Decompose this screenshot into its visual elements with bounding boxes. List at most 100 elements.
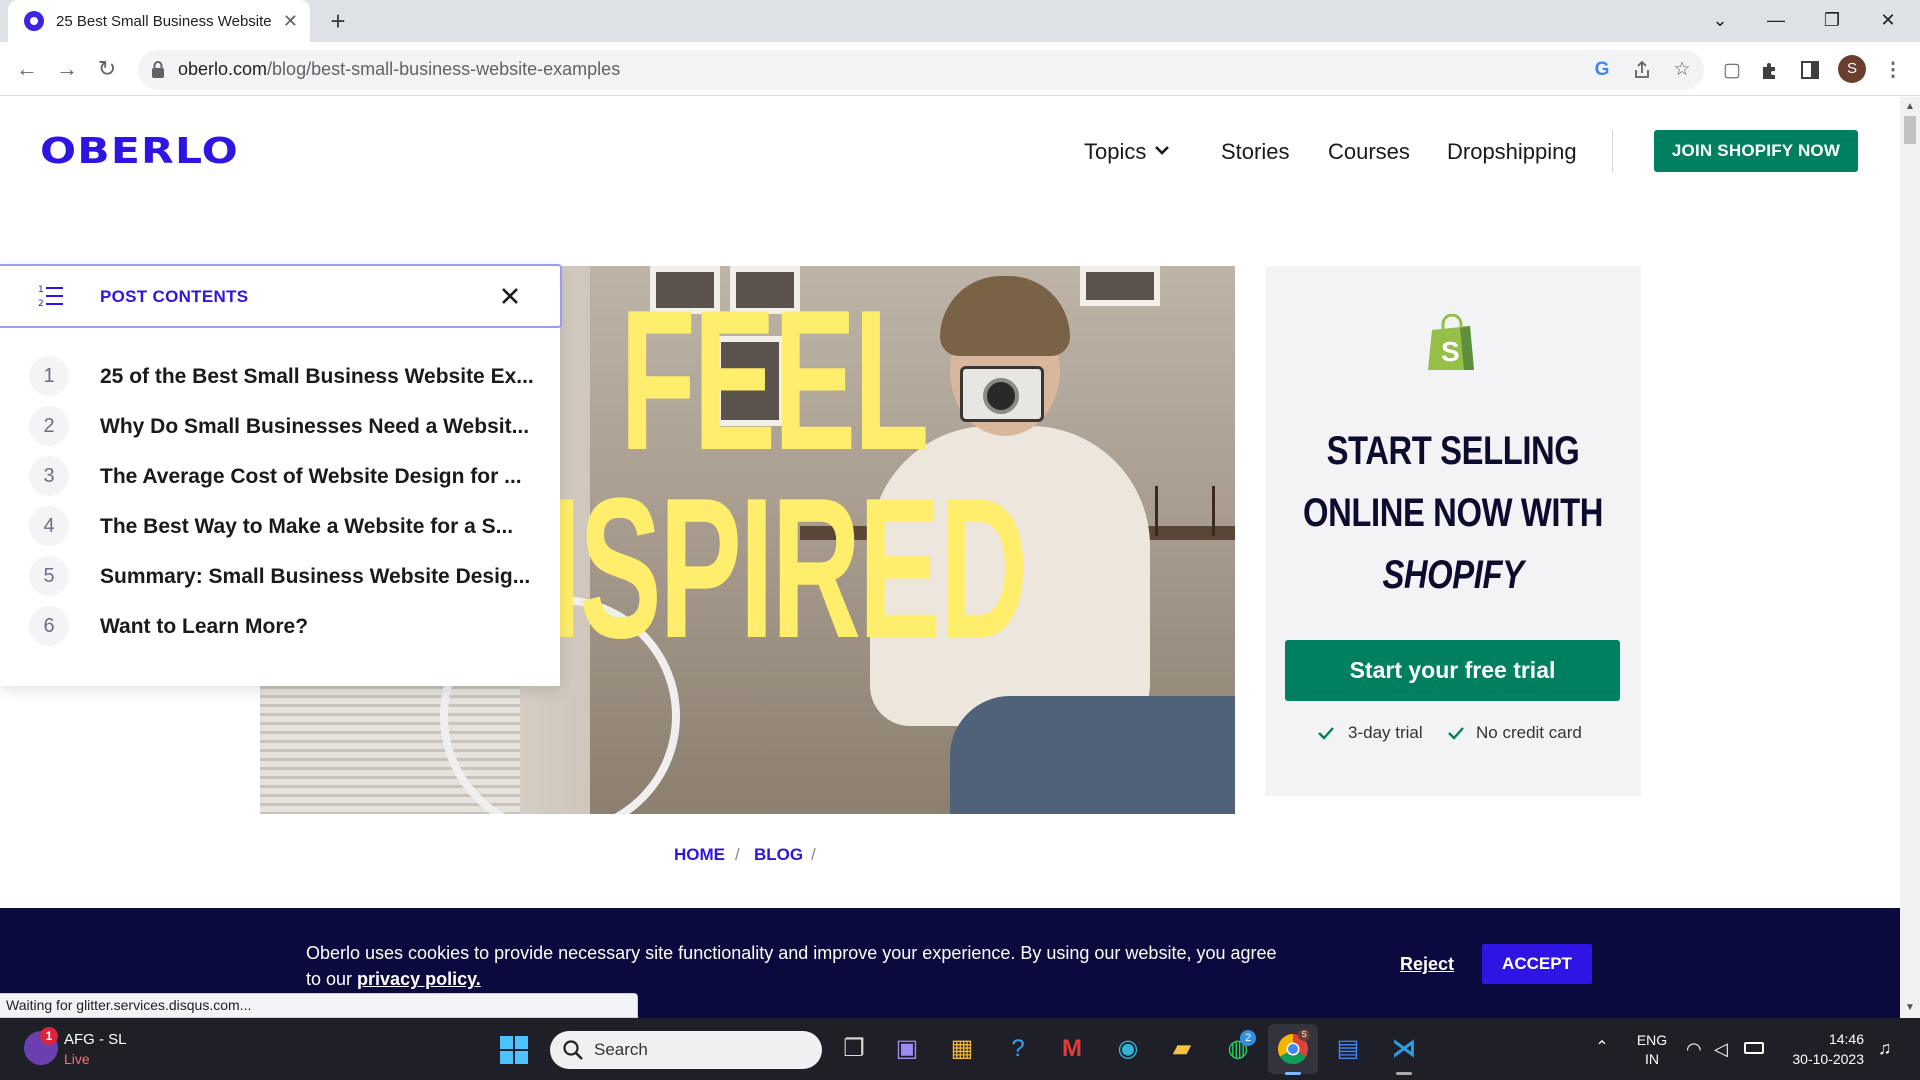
edge-icon[interactable]: ◉ bbox=[1108, 1029, 1148, 1069]
post-contents-header[interactable] bbox=[0, 264, 562, 328]
breadcrumb-blog[interactable]: BLOG bbox=[754, 845, 803, 865]
microsoft-store-icon[interactable]: ▦ bbox=[942, 1029, 982, 1069]
google-lens-icon[interactable]: G bbox=[1590, 58, 1614, 82]
nav-topics[interactable]: Topics bbox=[1084, 139, 1146, 165]
scrollbar-thumb[interactable] bbox=[1904, 116, 1916, 144]
accept-cookies-button[interactable]: ACCEPT bbox=[1482, 944, 1592, 984]
file-explorer-icon[interactable]: ▰ bbox=[1162, 1029, 1202, 1069]
privacy-policy-link[interactable]: privacy policy. bbox=[357, 969, 481, 989]
task-view-icon[interactable]: ❐ bbox=[834, 1029, 874, 1069]
toc-item[interactable]: 25 of the Best Small Business Website Ex… bbox=[100, 365, 534, 389]
url-text[interactable]: oberlo.com/blog/best-small-business-webs… bbox=[178, 59, 620, 80]
join-shopify-button[interactable]: JOIN SHOPIFY NOW bbox=[1654, 130, 1858, 172]
browser-status-bar: Waiting for glitter.services.disqus.com.… bbox=[0, 993, 638, 1018]
heading-line: ONLINE NOW WITH bbox=[1303, 491, 1603, 535]
side-panel-icon[interactable] bbox=[1800, 60, 1820, 80]
restore-button[interactable]: ❐ bbox=[1804, 0, 1860, 42]
wall-frame bbox=[1080, 266, 1160, 306]
teams-chat-icon[interactable]: ▣ bbox=[887, 1029, 927, 1069]
close-window-button[interactable]: ✕ bbox=[1860, 0, 1916, 42]
tab-close-icon[interactable]: ✕ bbox=[283, 11, 298, 32]
heading-line: START SELLING bbox=[1326, 429, 1580, 473]
breadcrumb-separator: / bbox=[811, 845, 816, 864]
cookie-message: Oberlo uses cookies to provide necessary… bbox=[306, 940, 1296, 992]
extension-slot-icon[interactable]: ▢ bbox=[1717, 56, 1747, 86]
toc-number: 1 bbox=[29, 356, 69, 396]
browser-tab-active[interactable]: 25 Best Small Business Website I ✕ bbox=[8, 0, 310, 42]
volume-icon[interactable]: ◁ bbox=[1714, 1039, 1728, 1060]
toc-number: 2 bbox=[29, 406, 69, 446]
clock-time[interactable]: 14:46 bbox=[1776, 1031, 1864, 1047]
notification-bell-icon[interactable]: ♫ bbox=[1878, 1038, 1892, 1059]
breadcrumb-home[interactable]: HOME bbox=[674, 845, 725, 865]
breadcrumb-separator: / bbox=[735, 845, 740, 864]
wifi-icon[interactable]: ◠ bbox=[1686, 1039, 1702, 1060]
weather-label[interactable]: AFG - SL bbox=[64, 1031, 127, 1048]
toc-number: 6 bbox=[29, 606, 69, 646]
toc-number: 5 bbox=[29, 556, 69, 596]
oberlo-favicon-icon bbox=[24, 11, 44, 31]
heading-brand: SHOPIFY bbox=[1382, 553, 1524, 597]
nav-stories[interactable]: Stories bbox=[1221, 139, 1289, 165]
share-icon[interactable] bbox=[1630, 58, 1654, 82]
active-app-indicator bbox=[1285, 1072, 1301, 1075]
chevron-up-icon[interactable]: ⌃ bbox=[1590, 1036, 1614, 1060]
toc-number: 3 bbox=[29, 456, 69, 496]
forward-button[interactable]: → bbox=[50, 52, 84, 86]
toc-item[interactable]: The Average Cost of Website Design for .… bbox=[100, 465, 522, 489]
reject-cookies-link[interactable]: Reject bbox=[1400, 954, 1454, 975]
svg-text:2: 2 bbox=[38, 299, 44, 309]
nav-courses[interactable]: Courses bbox=[1328, 139, 1410, 165]
toc-item[interactable]: Summary: Small Business Website Desig... bbox=[100, 565, 530, 589]
shopify-bag-icon: S bbox=[1428, 314, 1474, 370]
vscode-icon[interactable]: ⋊ bbox=[1384, 1029, 1424, 1069]
numbered-list-icon: 1 2 bbox=[38, 285, 63, 309]
language-line2[interactable]: IN bbox=[1632, 1051, 1672, 1067]
mcafee-icon[interactable]: M bbox=[1052, 1029, 1092, 1069]
toc-number: 4 bbox=[29, 506, 69, 546]
scroll-down-arrow-icon[interactable]: ▼ bbox=[1900, 998, 1920, 1018]
clock-date[interactable]: 30-10-2023 bbox=[1776, 1051, 1864, 1067]
battery-icon[interactable] bbox=[1744, 1042, 1764, 1054]
taskbar-search-placeholder[interactable]: Search bbox=[594, 1040, 648, 1060]
new-tab-button[interactable]: + bbox=[322, 6, 354, 38]
post-contents-title: POST CONTENTS bbox=[100, 287, 249, 306]
profile-avatar[interactable]: S bbox=[1838, 55, 1866, 83]
checkmark-icon bbox=[1448, 727, 1464, 740]
lock-icon[interactable] bbox=[150, 60, 166, 80]
svg-text:S: S bbox=[1441, 336, 1460, 367]
scroll-up-arrow-icon[interactable]: ▲ bbox=[1900, 97, 1920, 117]
nav-dropshipping[interactable]: Dropshipping bbox=[1447, 139, 1577, 165]
toc-item[interactable]: Want to Learn More? bbox=[100, 615, 308, 639]
back-button[interactable]: ← bbox=[10, 52, 44, 86]
extensions-puzzle-icon[interactable] bbox=[1758, 59, 1782, 83]
tab-search-button[interactable]: ⌄ bbox=[1692, 0, 1748, 42]
nav-divider bbox=[1612, 130, 1613, 172]
help-icon[interactable]: ? bbox=[998, 1029, 1038, 1069]
toc-item[interactable]: The Best Way to Make a Website for a S..… bbox=[100, 515, 513, 539]
start-free-trial-button[interactable]: Start your free trial bbox=[1285, 640, 1620, 701]
bookmark-star-icon[interactable]: ☆ bbox=[1670, 58, 1694, 82]
docs-icon[interactable]: ▤ bbox=[1328, 1029, 1368, 1069]
chrome-profile-badge: S bbox=[1298, 1029, 1310, 1041]
browser-menu-icon[interactable]: ⋮ bbox=[1878, 56, 1908, 86]
language-line1[interactable]: ENG bbox=[1632, 1032, 1672, 1048]
minimize-button[interactable]: — bbox=[1748, 0, 1804, 42]
oberlo-logo[interactable]: OBERLO bbox=[40, 131, 239, 172]
hero-jeans bbox=[950, 696, 1235, 814]
notification-badge: 1 bbox=[40, 1027, 58, 1045]
hero-ship-model bbox=[1155, 486, 1215, 536]
start-windows-icon[interactable] bbox=[500, 1036, 528, 1064]
taskbar-search[interactable] bbox=[550, 1031, 822, 1069]
shopify-card-heading: START SELLING ONLINE NOW WITH SHOPIFY bbox=[1299, 420, 1607, 606]
close-icon[interactable] bbox=[498, 284, 522, 308]
feature-trial: 3-day trial bbox=[1348, 723, 1423, 742]
hero-text-feel: FEEL bbox=[620, 269, 929, 492]
weather-status[interactable]: Live bbox=[64, 1051, 90, 1067]
reload-button[interactable]: ↻ bbox=[90, 52, 124, 86]
svg-text:1: 1 bbox=[38, 285, 44, 295]
toc-item[interactable]: Why Do Small Businesses Need a Websit... bbox=[100, 415, 529, 439]
chevron-down-icon[interactable] bbox=[1152, 140, 1172, 160]
page-scrollbar[interactable] bbox=[1900, 97, 1920, 1018]
whatsapp-badge: 2 bbox=[1240, 1030, 1256, 1046]
